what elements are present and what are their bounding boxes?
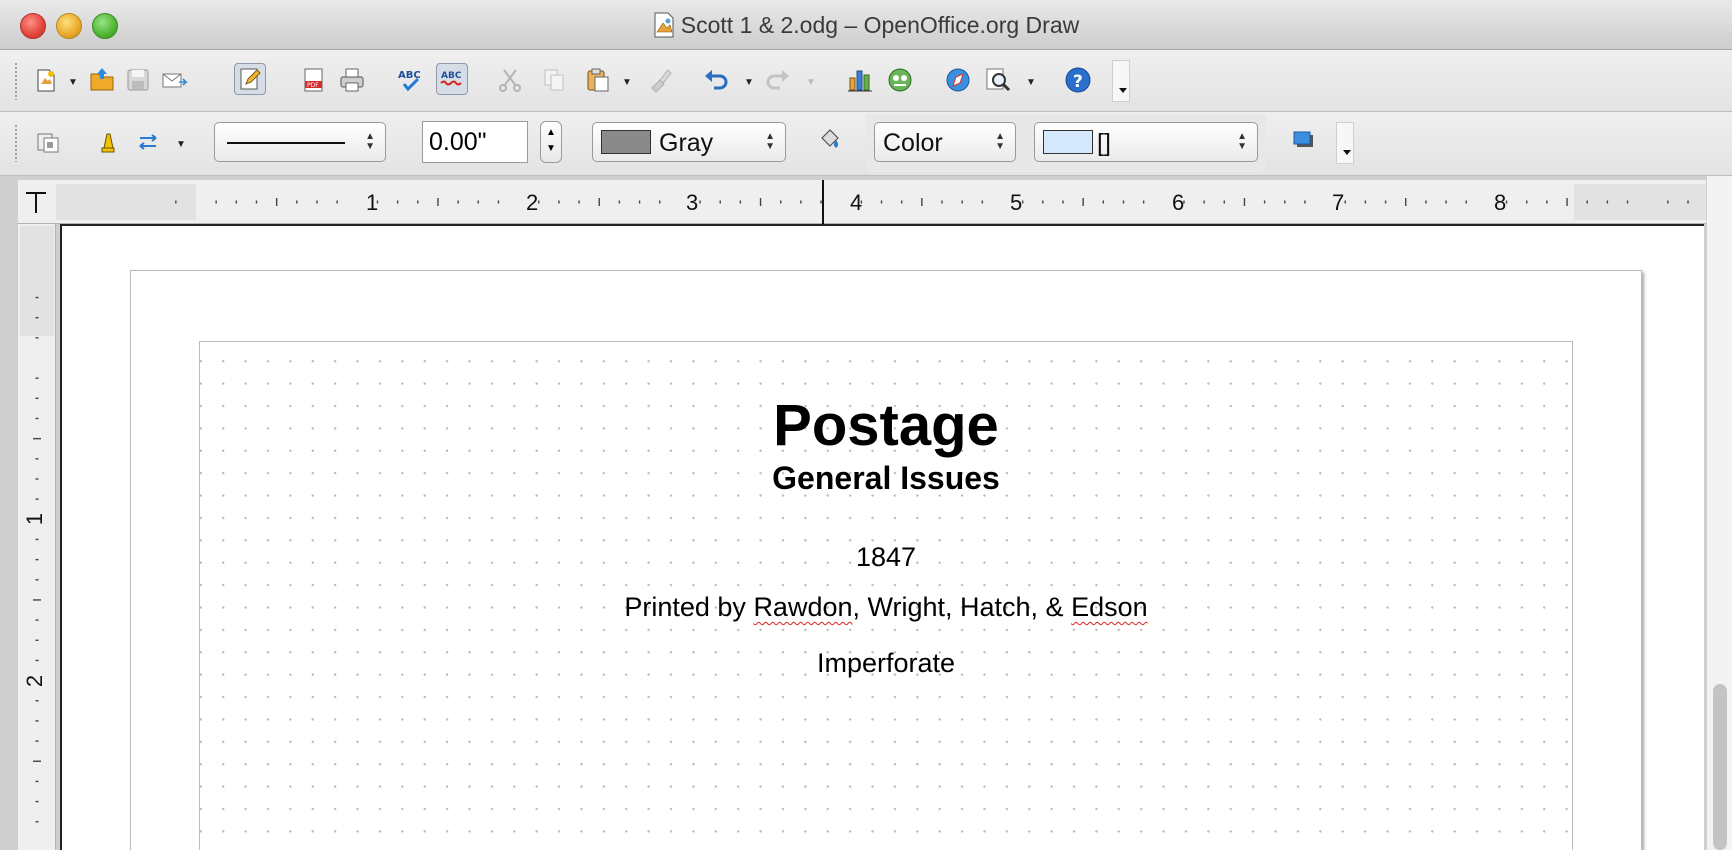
line-icon[interactable]	[92, 126, 124, 158]
ruler-position-marker	[822, 180, 824, 224]
drawing-page[interactable]: Postage General Issues 1847 Printed by R…	[130, 270, 1642, 850]
toolbar-grip[interactable]	[14, 124, 18, 162]
line-style-preview	[227, 142, 345, 144]
vertical-ruler-ticks	[33, 296, 41, 823]
window-title-text: Scott 1 & 2.odg – OpenOffice.org Draw	[680, 12, 1080, 38]
paste-icon[interactable]	[582, 64, 614, 96]
new-icon[interactable]	[30, 64, 62, 96]
vertical-scrollbar-thumb[interactable]	[1713, 684, 1727, 850]
document-subtitle[interactable]: General Issues	[200, 460, 1572, 497]
line-color-swatch	[601, 130, 651, 154]
svg-text:PDF: PDF	[307, 82, 319, 89]
line-color-select[interactable]: Gray ▲ ▼	[592, 122, 786, 162]
draw-document-icon	[654, 12, 674, 38]
standard-toolbar-overflow[interactable]	[1112, 60, 1130, 102]
area-fill-label: []	[1097, 129, 1111, 157]
line-style-select[interactable]: ▲ ▼	[214, 122, 386, 162]
printer-name-rawdon: Rawdon	[753, 592, 853, 622]
export-pdf-icon[interactable]: PDF	[298, 64, 330, 96]
printer-names-middle: , Wright, Hatch, &	[852, 592, 1072, 622]
vertical-ruler[interactable]: 1 2	[18, 224, 56, 850]
line-toolbar-overflow[interactable]	[1336, 122, 1354, 164]
cut-icon	[494, 64, 526, 96]
svg-text:ABC: ABC	[441, 71, 462, 81]
spellcheck-icon[interactable]: ABC	[394, 64, 426, 96]
area-fill-icon[interactable]	[814, 124, 846, 156]
drawing-canvas[interactable]: Postage General Issues 1847 Printed by R…	[60, 224, 1704, 850]
ruler-label: 1	[22, 512, 48, 526]
arrow-style-dropdown-arrow[interactable]: ▼	[176, 140, 186, 150]
line-color-label: Gray	[659, 129, 714, 157]
text-frame[interactable]: Postage General Issues 1847 Printed by R…	[199, 341, 1573, 850]
printed-prefix: Printed by	[624, 592, 754, 622]
printer-line[interactable]: Printed by Rawdon, Wright, Hatch, & Edso…	[200, 592, 1572, 623]
line-and-filling-toolbar: ▼ ▲ ▼ 0.00" ▲ ▼ Gray ▲ ▼ Color ▲ ▼ [] ▲ ▼	[0, 112, 1732, 176]
ruler-label: 1	[366, 190, 379, 215]
area-fill-swatch	[1043, 130, 1093, 154]
updown-arrows-icon: ▲ ▼	[365, 131, 375, 152]
ruler-label: 2	[526, 190, 539, 215]
tab-stop-icon[interactable]	[22, 188, 50, 216]
arrow-style-icon[interactable]	[132, 126, 164, 158]
line-width-value: 0.00"	[429, 127, 487, 156]
gallery-icon[interactable]	[884, 64, 916, 96]
open-folder-icon[interactable]	[86, 64, 118, 96]
standard-toolbar: ▼ PDF ABC ABC ▼ ▼ ▼ ▼ ?	[0, 50, 1732, 112]
ruler-label: 2	[22, 674, 48, 688]
zoom-dropdown-arrow[interactable]: ▼	[1026, 78, 1036, 88]
undo-dropdown-arrow[interactable]: ▼	[744, 78, 754, 88]
undo-icon[interactable]	[700, 64, 732, 96]
document-title[interactable]: Postage	[200, 392, 1572, 459]
new-dropdown-arrow[interactable]: ▼	[68, 78, 78, 88]
printer-name-edson: Edson	[1071, 592, 1148, 622]
save-icon[interactable]	[122, 64, 154, 96]
updown-arrows-icon: ▲ ▼	[765, 131, 775, 152]
line-width-spinner[interactable]: ▲ ▼	[540, 121, 562, 163]
styles-icon[interactable]	[32, 126, 64, 158]
svg-text:?: ?	[1073, 72, 1083, 92]
window-title: Scott 1 & 2.odg – OpenOffice.org Draw	[0, 12, 1732, 39]
horizontal-ruler[interactable]: 1 2 3 4 5 6 7 8	[18, 180, 1714, 224]
vertical-scrollbar[interactable]	[1706, 176, 1732, 850]
clone-formatting-icon	[644, 64, 676, 96]
email-icon[interactable]	[158, 64, 190, 96]
area-style-select[interactable]: Color ▲ ▼	[874, 122, 1016, 162]
ruler-label: 8	[1494, 190, 1507, 215]
toolbar-grip[interactable]	[14, 62, 18, 100]
ruler-label: 3	[686, 190, 699, 215]
autospellcheck-icon[interactable]: ABC	[436, 63, 468, 95]
ruler-label: 7	[1332, 190, 1345, 215]
ruler-label: 4	[850, 190, 863, 215]
chart-icon[interactable]	[844, 64, 876, 96]
print-icon[interactable]	[336, 64, 368, 96]
shadow-icon[interactable]	[1288, 124, 1320, 156]
zoom-icon[interactable]	[982, 64, 1014, 96]
horizontal-ruler-ticks	[175, 198, 1689, 206]
edit-file-icon[interactable]	[234, 63, 266, 95]
line-width-field[interactable]: 0.00"	[422, 121, 528, 163]
perforation-type[interactable]: Imperforate	[200, 648, 1572, 679]
redo-dropdown-arrow: ▼	[806, 77, 816, 88]
window-titlebar: Scott 1 & 2.odg – OpenOffice.org Draw	[0, 0, 1732, 50]
issue-year[interactable]: 1847	[200, 542, 1572, 573]
redo-icon	[762, 64, 794, 96]
ruler-label: 6	[1172, 190, 1185, 215]
help-icon[interactable]: ?	[1062, 64, 1094, 96]
navigator-icon[interactable]	[942, 64, 974, 96]
updown-arrows-icon: ▲ ▼	[995, 131, 1005, 152]
ruler-label: 5	[1010, 190, 1023, 215]
copy-icon	[538, 64, 570, 96]
area-fill-select[interactable]: [] ▲ ▼	[1034, 122, 1258, 162]
updown-arrows-icon: ▲ ▼	[1237, 131, 1247, 152]
area-style-label: Color	[883, 129, 943, 157]
paste-dropdown-arrow[interactable]: ▼	[622, 78, 632, 88]
